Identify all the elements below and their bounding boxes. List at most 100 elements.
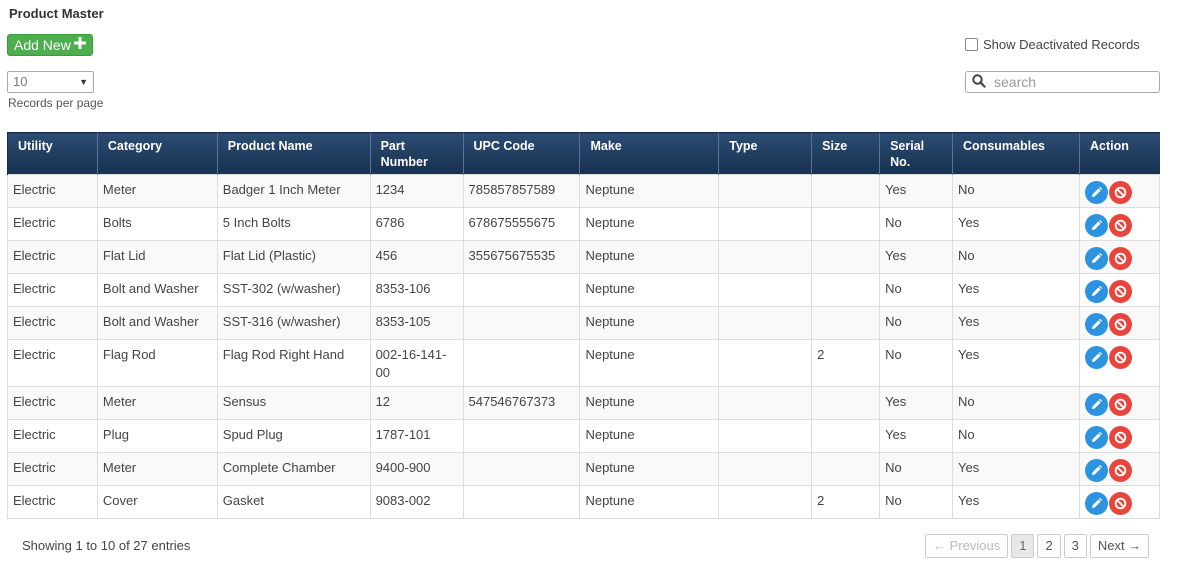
page-button-2[interactable]: 2 (1037, 534, 1061, 558)
cell-category: Bolts (96, 207, 218, 241)
deactivate-button[interactable] (1108, 393, 1132, 416)
row-actions (1084, 346, 1154, 369)
cell-make: Neptune (579, 419, 720, 453)
deactivate-button[interactable] (1108, 280, 1132, 303)
ban-icon (1114, 497, 1127, 510)
deactivate-button[interactable] (1108, 214, 1132, 237)
deactivate-button[interactable] (1108, 459, 1132, 482)
cell-consumables: No (952, 240, 1080, 274)
ban-icon (1114, 398, 1127, 411)
column-header-make[interactable]: Make (579, 132, 719, 175)
cell-upc-code (462, 485, 581, 519)
edit-button[interactable] (1084, 492, 1108, 515)
cell-consumables: No (952, 419, 1080, 453)
cell-product-name: SST-302 (w/washer) (216, 273, 371, 307)
cell-serial-no: No (879, 207, 954, 241)
cell-make: Neptune (579, 240, 720, 274)
page-button-1[interactable]: 1 (1011, 534, 1035, 558)
search-input[interactable] (994, 74, 1154, 90)
cell-action (1078, 386, 1161, 420)
cell-type (718, 386, 813, 420)
cell-part-number: 9083-002 (369, 485, 464, 519)
table-row: Electric Flag Rod Flag Rod Right Hand 002-1… (7, 339, 1161, 387)
page-button-3[interactable]: 3 (1063, 534, 1087, 558)
cell-consumables: Yes (952, 207, 1080, 241)
cell-upc-code (462, 452, 581, 486)
edit-button[interactable] (1084, 426, 1108, 449)
edit-button[interactable] (1084, 459, 1108, 482)
search-field[interactable] (965, 71, 1160, 93)
cell-part-number: 12 (369, 386, 464, 420)
ban-icon (1114, 186, 1127, 199)
edit-button[interactable] (1084, 214, 1108, 237)
cell-size (811, 306, 881, 340)
cell-utility: Electric (7, 207, 98, 241)
cell-product-name: Complete Chamber (216, 452, 371, 486)
show-deactivated-toggle[interactable]: Show Deactivated Records (965, 37, 1140, 52)
add-new-button[interactable]: Add New (7, 34, 93, 56)
cell-make: Neptune (579, 452, 720, 486)
show-deactivated-checkbox[interactable] (965, 38, 978, 51)
deactivate-button[interactable] (1108, 181, 1132, 204)
edit-button[interactable] (1084, 393, 1108, 416)
deactivate-button[interactable] (1108, 247, 1132, 270)
column-header-consumables[interactable]: Consumables (952, 132, 1080, 175)
cell-action (1078, 273, 1161, 307)
cell-consumables: Yes (952, 452, 1080, 486)
table-row: Electric Plug Spud Plug 1787-101 Neptune Yes N… (7, 419, 1161, 453)
cell-consumables: No (952, 386, 1080, 420)
deactivate-button[interactable] (1108, 426, 1132, 449)
column-header-serial-no[interactable]: Serial No. (879, 132, 953, 175)
edit-button[interactable] (1084, 280, 1108, 303)
cell-action (1078, 419, 1161, 453)
row-actions (1084, 214, 1154, 237)
column-header-category[interactable]: Category (96, 132, 218, 175)
page-title: Product Master (9, 6, 104, 21)
edit-button[interactable] (1084, 313, 1108, 336)
cell-product-name: 5 Inch Bolts (216, 207, 371, 241)
edit-button[interactable] (1084, 346, 1108, 369)
ban-icon (1114, 351, 1127, 364)
cell-type (718, 339, 813, 387)
column-header-product-name[interactable]: Product Name (216, 132, 371, 175)
column-header-part-number[interactable]: Part Number (369, 132, 464, 175)
column-header-type[interactable]: Type (718, 132, 812, 175)
cell-serial-no: Yes (879, 386, 954, 420)
deactivate-button[interactable] (1108, 346, 1132, 369)
cell-utility: Electric (7, 452, 98, 486)
show-deactivated-label: Show Deactivated Records (983, 37, 1140, 52)
cell-make: Neptune (579, 207, 720, 241)
cell-consumables: Yes (952, 339, 1080, 387)
row-actions (1084, 426, 1154, 449)
cell-make: Neptune (579, 386, 720, 420)
edit-button[interactable] (1084, 181, 1108, 204)
deactivate-button[interactable] (1108, 313, 1132, 336)
pencil-icon (1091, 220, 1102, 231)
column-header-size[interactable]: Size (811, 132, 880, 175)
cell-part-number: 002-16-141-00 (369, 339, 464, 387)
row-actions (1084, 247, 1154, 270)
row-actions (1084, 492, 1154, 515)
cell-serial-no: Yes (879, 174, 954, 208)
table-info: Showing 1 to 10 of 27 entries (22, 538, 191, 553)
cell-type (718, 306, 813, 340)
deactivate-button[interactable] (1108, 492, 1132, 515)
cell-utility: Electric (7, 174, 98, 208)
cell-size (811, 419, 881, 453)
cell-serial-no: No (879, 452, 954, 486)
next-page-button[interactable]: Next → (1089, 534, 1150, 558)
table-row: Electric Meter Complete Chamber 9400-900 Nep… (7, 452, 1161, 486)
cell-upc-code (462, 339, 581, 387)
cell-size (811, 240, 881, 274)
column-header-upc-code[interactable]: UPC Code (462, 132, 580, 175)
records-per-page-select[interactable]: 10 ▼ (7, 71, 94, 93)
edit-button[interactable] (1084, 247, 1108, 270)
pencil-icon (1091, 465, 1102, 476)
cell-make: Neptune (579, 485, 720, 519)
column-header-utility[interactable]: Utility (7, 132, 98, 175)
cell-utility: Electric (7, 419, 98, 453)
cell-utility: Electric (7, 306, 98, 340)
previous-page-button[interactable]: ← Previous (925, 534, 1009, 558)
cell-size (811, 452, 881, 486)
cell-type (718, 485, 813, 519)
